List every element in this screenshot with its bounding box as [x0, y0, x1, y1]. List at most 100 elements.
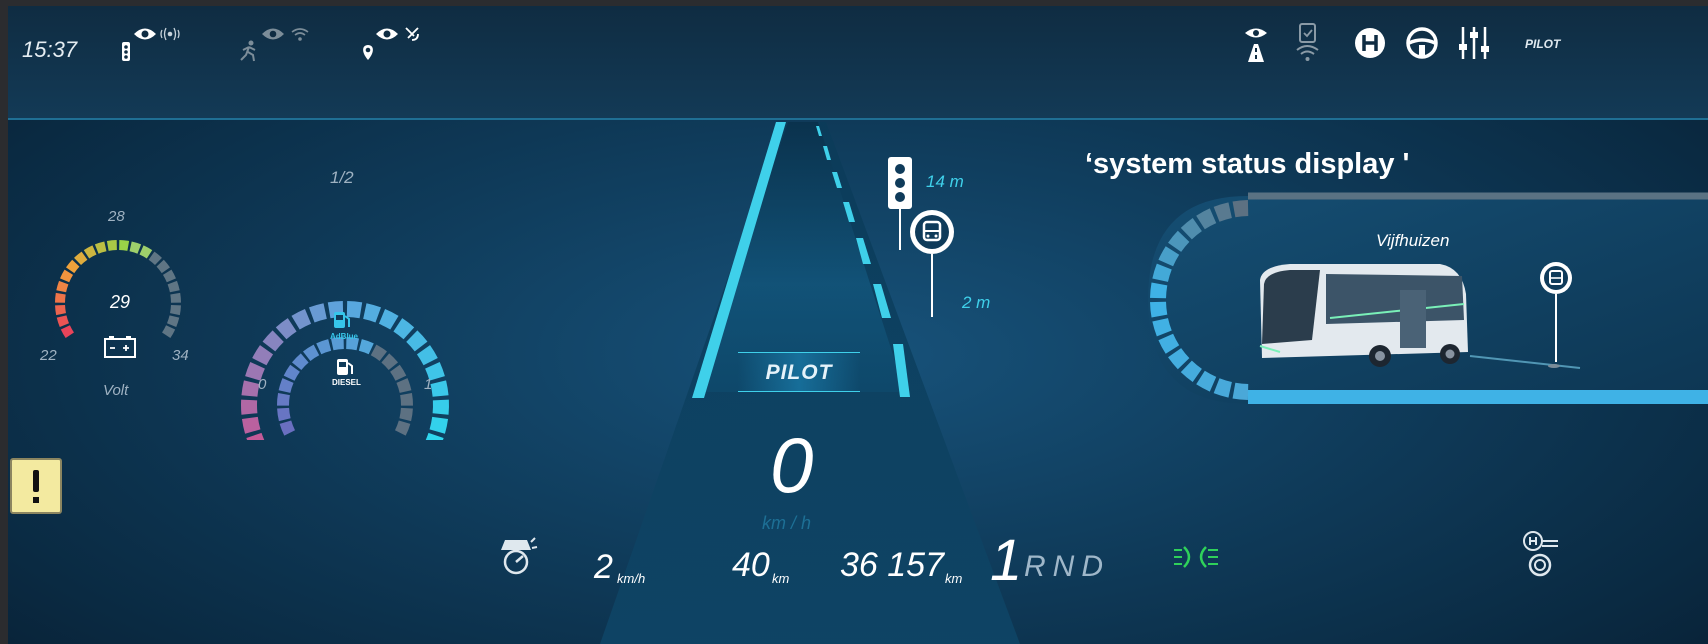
volt-arc-segment [55, 304, 66, 316]
instrument-cluster: 15:37 PILOT 28 29 22 34 Volt 1/2 0 1 AdB… [0, 0, 1708, 644]
fuel-outer-segment [241, 380, 260, 397]
fuel-outer-segment [429, 416, 449, 434]
sliders-icon[interactable] [1456, 24, 1492, 62]
odometer-unit: km [945, 571, 963, 586]
warning-button[interactable] [10, 458, 62, 514]
volt-arc-segment [60, 325, 74, 339]
volt-arc-segment [56, 315, 70, 328]
bus-stop-distance: 2 m [962, 293, 991, 312]
volt-arc-segment [55, 292, 66, 303]
volt-value: 29 [110, 292, 131, 312]
volt-arc-segment [167, 280, 180, 293]
hold-icon[interactable] [1353, 26, 1387, 60]
volt-arc-segment [156, 259, 170, 274]
route-arc-segment-top [1232, 200, 1249, 218]
volt-arc-segment [162, 325, 176, 339]
fuel-outer-segment [430, 380, 449, 397]
route-progress-bar [1248, 390, 1708, 404]
fuel-top-label: 1/2 [330, 168, 354, 187]
volt-arc-segment [83, 245, 97, 259]
volt-arc-segment [166, 315, 180, 328]
annotation-label: ‘system status display ' [1085, 148, 1410, 180]
fuel-outer-segment [406, 330, 428, 352]
speed-unit: km / h [762, 513, 812, 533]
fuel-outer-segment [416, 345, 438, 366]
gear-current: 1 [990, 528, 1023, 593]
fuel-outer-segment [308, 303, 327, 323]
fuel-outer-segment [363, 303, 382, 323]
volt-arc-segment [94, 241, 107, 254]
fuel-outer-segment [425, 432, 444, 440]
fuel-outer-segment [393, 318, 415, 340]
fuel-inner-segment [390, 364, 407, 381]
fuel-outer-segment [246, 432, 265, 440]
volt-arc-segment [74, 251, 88, 266]
route-panel [1148, 192, 1708, 404]
warning-icon [33, 470, 39, 503]
battery-icon [104, 336, 136, 358]
volt-min-label: 22 [40, 347, 57, 364]
location-camera-icon [363, 27, 419, 60]
pilot-mode-banner: PILOT [738, 352, 860, 392]
volt-arc-segment [139, 245, 153, 259]
traffic-light-distance: 14 m [926, 172, 964, 191]
status-bar: 15:37 PILOT [8, 6, 1708, 120]
volt-arc-segment [129, 241, 142, 254]
traffic-light-camera-icon [122, 27, 180, 61]
adblue-label: AdBlue [330, 332, 358, 341]
speed-value: 0 [770, 421, 814, 509]
fuel-inner-segment [394, 420, 411, 436]
volt-unit: Volt [103, 382, 129, 399]
position-lights-icon [1174, 546, 1218, 568]
fuel-inner-segment [370, 344, 387, 361]
volt-arc-segment [148, 251, 162, 266]
steering-wheel-icon[interactable] [1404, 26, 1440, 60]
volt-arc-segment [170, 304, 181, 316]
fuel-outer-segment [275, 318, 297, 340]
volt-arc-segment [119, 240, 130, 251]
volt-top-label: 28 [108, 208, 125, 225]
fuel-outer-segment [346, 301, 363, 319]
fuel-outer-segment [432, 399, 450, 415]
fuel-outer-segment [262, 330, 284, 352]
fuel-min-label: 0 [258, 376, 267, 393]
fuel-inner-segment [381, 353, 399, 370]
route-arc-segment-bottom [1232, 382, 1249, 400]
fuel-inner-segment [316, 339, 332, 355]
volt-arc-segment [162, 269, 176, 283]
fuel-outer-segment [241, 399, 258, 415]
fuel-inner-segment [279, 420, 296, 436]
route-arc-segment-bottom [1150, 301, 1168, 318]
fuel-outer-segment [241, 416, 261, 434]
fuel-outer-segment [378, 309, 399, 330]
diesel-label: DIESEL [332, 378, 361, 387]
speed-limit-unit: km/h [617, 571, 646, 586]
pilot-mode-label: PILOT [765, 361, 833, 384]
volt-arc-segment [60, 269, 74, 283]
route-arc-segment-top [1150, 282, 1168, 299]
fuel-inner-segment [399, 407, 413, 422]
bus-stop-marker-icon [910, 210, 954, 317]
fuel-inner-segment [277, 407, 291, 422]
fuel-inner-segment [400, 393, 413, 406]
adblue-pump-icon [334, 312, 350, 328]
speed-limit-value: 2 [594, 548, 613, 586]
fuel-inner-segment [358, 339, 374, 355]
fuel-outer-segment [291, 309, 312, 330]
left-gauges [55, 240, 450, 440]
trip-unit: km [772, 571, 790, 586]
route-destination: Vijfhuizen [1376, 231, 1450, 250]
pedestrian-camera-icon [240, 28, 309, 62]
road-camera-icon [1245, 28, 1267, 62]
volt-arc-segment [170, 292, 181, 303]
volt-max-label: 34 [172, 347, 189, 364]
trip-value: 40 [732, 546, 770, 584]
parking-brake-icon [1523, 531, 1558, 577]
fuel-inner-segment [283, 364, 300, 381]
fuel-inner-segment [291, 353, 309, 370]
speed-limiter-icon [501, 537, 538, 575]
fuel-inner-segment [278, 378, 294, 393]
fuel-inner-segment [396, 378, 412, 393]
gear-rest: RND [1024, 550, 1110, 583]
volt-arc-segment [56, 280, 69, 293]
